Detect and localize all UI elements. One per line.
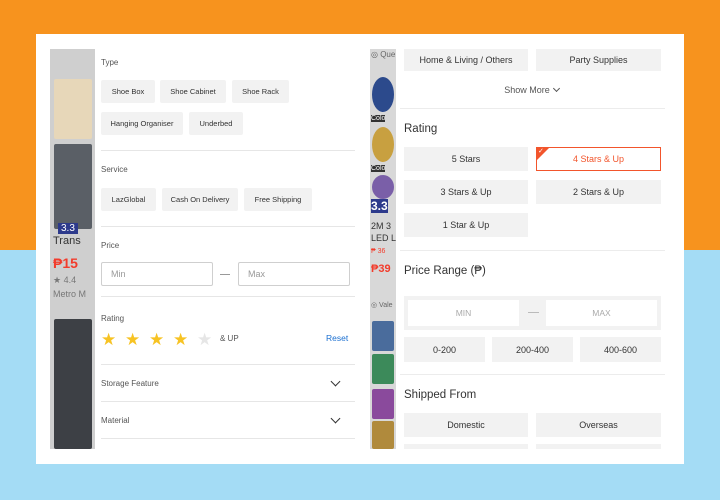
product-label: Colo bbox=[371, 165, 386, 172]
divider bbox=[101, 364, 355, 365]
price-preset-0-200[interactable]: 0-200 bbox=[404, 337, 485, 362]
rating-option-3-stars-up[interactable]: 3 Stars & Up bbox=[404, 180, 528, 204]
product-title: 2M 3 bbox=[371, 221, 392, 231]
left-filter-panel: Type Shoe Box Shoe Cabinet Shoe Rack Han… bbox=[95, 49, 364, 449]
product-label: ₱ 36 bbox=[371, 248, 386, 255]
type-chip-shoe-cabinet[interactable]: Shoe Cabinet bbox=[160, 80, 226, 103]
shipped-from-domestic[interactable]: Domestic bbox=[404, 413, 528, 437]
price-max-input[interactable]: Max bbox=[238, 262, 350, 286]
price-max-placeholder: MAX bbox=[592, 308, 611, 318]
product-image bbox=[372, 175, 394, 199]
star-icon[interactable]: ★ bbox=[173, 331, 188, 348]
promo-badge: 3.3 bbox=[371, 199, 388, 213]
storage-feature-accordion[interactable]: Storage Feature bbox=[101, 379, 159, 388]
rating-option-1-star-up[interactable]: 1 Star & Up bbox=[404, 213, 528, 237]
divider bbox=[101, 150, 355, 151]
material-accordion[interactable]: Material bbox=[101, 416, 129, 425]
star-icon[interactable]: ★ bbox=[101, 331, 116, 348]
price-range-dash bbox=[220, 274, 230, 275]
right-filter-screen: ◎ Que Colo Colo 3.3 2M 3 LED L ₱ 36 ₱39 … bbox=[370, 49, 667, 449]
product-image bbox=[372, 321, 394, 351]
product-shop: Metro M bbox=[53, 289, 87, 299]
type-chip-shoe-rack[interactable]: Shoe Rack bbox=[232, 80, 289, 103]
service-chip-free-shipping[interactable]: Free Shipping bbox=[244, 188, 312, 211]
check-icon: ✓ bbox=[538, 148, 544, 155]
price-max-placeholder: Max bbox=[248, 269, 266, 279]
type-chip-hanging-organiser[interactable]: Hanging Organiser bbox=[101, 112, 183, 135]
divider bbox=[400, 250, 665, 251]
comparison-card: 3.3 Trans ₱15 ★ 4.4 Metro M Type Shoe Bo… bbox=[36, 34, 684, 464]
product-image bbox=[372, 77, 394, 112]
star-icon[interactable]: ★ bbox=[125, 331, 140, 348]
product-image bbox=[372, 127, 394, 162]
divider bbox=[101, 438, 355, 439]
price-section-title: Price bbox=[101, 241, 120, 250]
left-filter-screen: 3.3 Trans ₱15 ★ 4.4 Metro M Type Shoe Bo… bbox=[50, 49, 364, 449]
price-min-input[interactable]: MIN bbox=[408, 300, 519, 326]
rating-section-title: Rating bbox=[101, 314, 125, 323]
rating-option-5-stars[interactable]: 5 Stars bbox=[404, 147, 528, 171]
chevron-down-icon[interactable] bbox=[330, 413, 341, 424]
rating-and-up-label: & UP bbox=[220, 334, 239, 343]
product-label: ◎ Que bbox=[371, 50, 396, 59]
shipped-from-option-partial[interactable] bbox=[404, 444, 528, 449]
price-max-input[interactable]: MAX bbox=[546, 300, 657, 326]
price-range-section-title: Price Range (₱) bbox=[404, 265, 486, 277]
divider bbox=[400, 374, 665, 375]
product-image bbox=[54, 79, 92, 139]
star-icon[interactable]: ★ bbox=[197, 331, 212, 348]
product-image bbox=[54, 144, 92, 229]
product-label: Colo bbox=[371, 115, 386, 122]
chevron-down-icon bbox=[552, 84, 560, 93]
price-preset-400-600[interactable]: 400-600 bbox=[580, 337, 661, 362]
price-min-placeholder: MIN bbox=[455, 308, 472, 318]
rating-section-title: Rating bbox=[404, 123, 438, 135]
rating-option-2-stars-up[interactable]: 2 Stars & Up bbox=[536, 180, 661, 204]
type-section-title: Type bbox=[101, 58, 119, 67]
product-title: LED L bbox=[371, 233, 396, 243]
product-image bbox=[372, 354, 394, 384]
promo-badge: 3.3 bbox=[58, 223, 78, 234]
left-product-list-background: 3.3 Trans ₱15 ★ 4.4 Metro M bbox=[50, 49, 95, 449]
divider bbox=[400, 108, 665, 109]
divider bbox=[101, 401, 355, 402]
rating-option-label: 4 Stars & Up bbox=[572, 154, 625, 164]
price-min-placeholder: Min bbox=[111, 269, 126, 279]
price-min-input[interactable]: Min bbox=[101, 262, 213, 286]
chevron-down-icon[interactable] bbox=[330, 376, 341, 387]
product-image bbox=[372, 389, 394, 419]
divider bbox=[101, 226, 355, 227]
shipped-from-section-title: Shipped From bbox=[404, 389, 477, 401]
product-image bbox=[54, 319, 92, 449]
service-chip-lazglobal[interactable]: LazGlobal bbox=[101, 188, 156, 211]
right-product-list-background: ◎ Que Colo Colo 3.3 2M 3 LED L ₱ 36 ₱39 … bbox=[370, 49, 396, 449]
service-section-title: Service bbox=[101, 165, 128, 174]
product-price: ₱15 bbox=[53, 255, 78, 271]
price-range-dash bbox=[528, 312, 539, 313]
product-label: ◎ Vale bbox=[371, 302, 393, 309]
type-chip-shoe-box[interactable]: Shoe Box bbox=[101, 80, 155, 103]
price-range-inputs: MIN MAX bbox=[404, 296, 661, 330]
show-more-label: Show More bbox=[504, 85, 550, 95]
rating-reset-link[interactable]: Reset bbox=[326, 333, 348, 343]
category-chip-party-supplies[interactable]: Party Supplies bbox=[536, 49, 661, 71]
right-filter-panel: Home & Living / Others Party Supplies Sh… bbox=[396, 49, 667, 449]
service-chip-cash-on-delivery[interactable]: Cash On Delivery bbox=[162, 188, 238, 211]
product-image bbox=[372, 421, 394, 449]
star-icon[interactable]: ★ bbox=[149, 331, 164, 348]
type-chip-underbed[interactable]: Underbed bbox=[189, 112, 243, 135]
show-more-button[interactable]: Show More bbox=[396, 84, 667, 95]
product-rating: ★ 4.4 bbox=[53, 275, 77, 285]
product-title: Trans bbox=[53, 235, 81, 247]
price-preset-200-400[interactable]: 200-400 bbox=[492, 337, 573, 362]
rating-option-4-stars-up[interactable]: ✓ 4 Stars & Up bbox=[536, 147, 661, 171]
divider bbox=[101, 296, 355, 297]
shipped-from-overseas[interactable]: Overseas bbox=[536, 413, 661, 437]
category-chip-home-living[interactable]: Home & Living / Others bbox=[404, 49, 528, 71]
product-price: ₱39 bbox=[371, 263, 391, 275]
shipped-from-option-partial[interactable] bbox=[536, 444, 661, 449]
